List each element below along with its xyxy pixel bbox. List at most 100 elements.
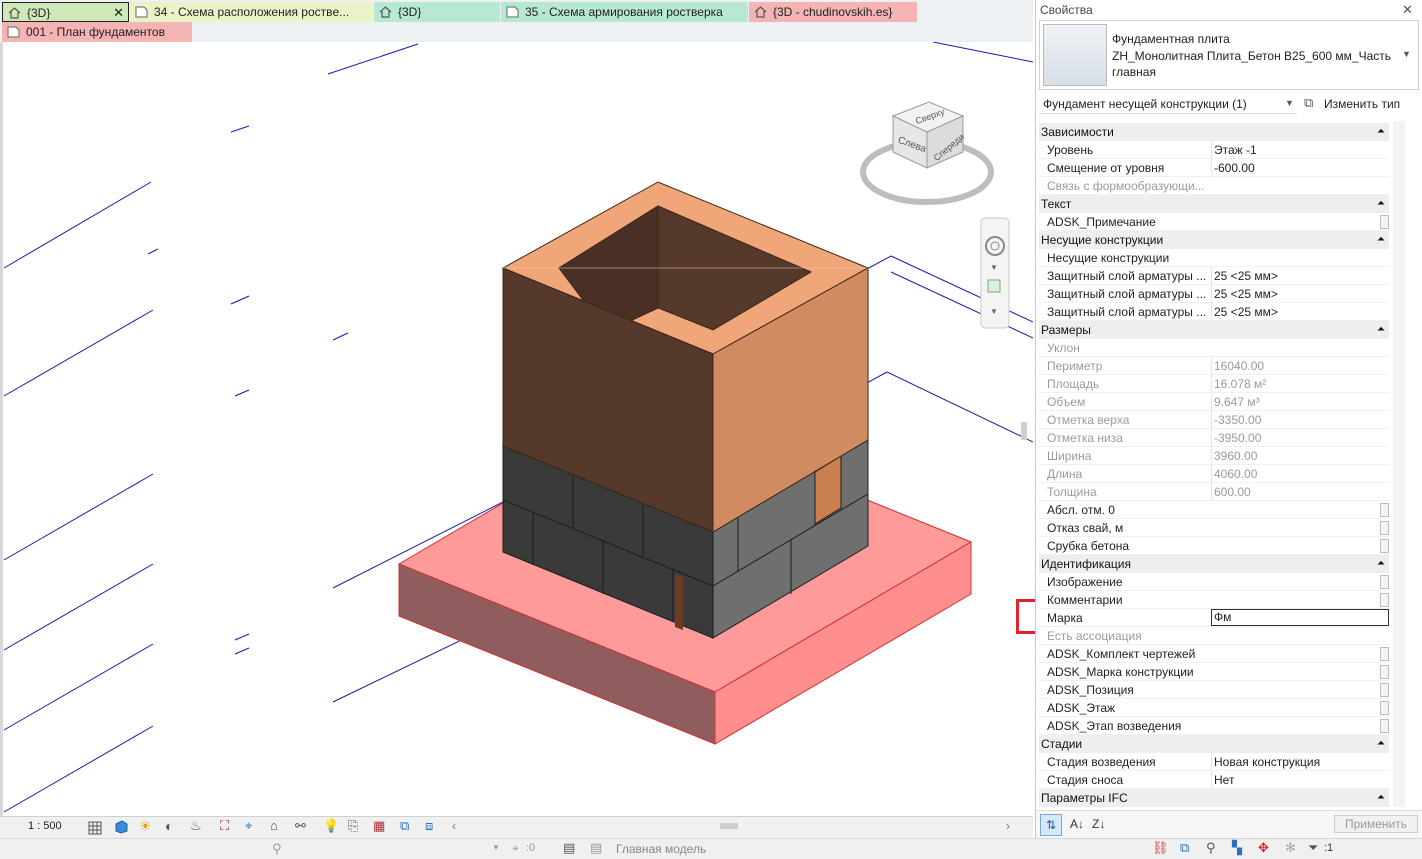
chevron-down-icon[interactable]: ▼ (492, 843, 500, 852)
property-row[interactable]: Стадия сноса Нет (1039, 771, 1389, 789)
edit-type-button[interactable]: ⧉ Изменить тип (1302, 94, 1420, 114)
tab-3d-second[interactable]: {3D} (374, 2, 500, 22)
property-row[interactable]: Отказ свай, м (1039, 519, 1389, 537)
detail-level-icon[interactable] (88, 821, 102, 835)
sort-categorized-button[interactable]: ⇅ (1040, 814, 1062, 836)
property-row[interactable]: ADSK_Комплект чертежей (1039, 645, 1389, 663)
chevron-down-icon[interactable]: ▼ (990, 263, 998, 272)
property-row[interactable]: Комментарии (1039, 591, 1389, 609)
collapse-icon[interactable]: ⏶ (1377, 123, 1385, 141)
temporary-hide-icon[interactable]: ⚯ (295, 818, 306, 834)
edit-value-button[interactable] (1380, 215, 1389, 229)
property-value[interactable]: Этаж -1 (1211, 141, 1389, 159)
group-header[interactable]: Параметры IFC ⏶ (1039, 789, 1389, 807)
edit-value-button[interactable] (1380, 701, 1389, 715)
select-underlay-icon[interactable]: ⧉ (1180, 840, 1189, 856)
property-row[interactable]: ADSK_Этаж (1039, 699, 1389, 717)
property-row[interactable]: ADSK_Марка конструкции (1039, 663, 1389, 681)
property-row[interactable]: ADSK_Позиция (1039, 681, 1389, 699)
collapse-icon[interactable]: ⏶ (1377, 321, 1385, 339)
property-row[interactable]: Несущие конструкции✔ (1039, 249, 1389, 267)
property-row[interactable]: ADSK_Этап возведения (1039, 717, 1389, 735)
edit-value-button[interactable] (1380, 539, 1389, 553)
horizontal-scrollbar-thumb[interactable] (720, 823, 738, 829)
collapse-icon[interactable]: ⏶ (1377, 735, 1385, 753)
crop-view-icon[interactable]: ⛶ (220, 818, 229, 834)
visual-style-icon[interactable] (114, 820, 128, 834)
collapse-icon[interactable]: ⏶ (1377, 231, 1385, 249)
property-value[interactable]: -600.00 (1211, 159, 1389, 177)
tab-3d-active[interactable]: {3D} ✕ (2, 2, 129, 22)
close-icon[interactable]: ✕ (1402, 2, 1413, 18)
property-value[interactable]: 25 <25 мм> (1211, 303, 1389, 321)
apply-button[interactable]: Применить (1334, 815, 1418, 833)
collapse-icon[interactable]: ⏶ (1377, 195, 1385, 213)
edit-value-button[interactable] (1380, 647, 1389, 661)
properties-scrollbar[interactable] (1393, 121, 1405, 807)
shadows-icon[interactable]: ◐ (165, 818, 173, 834)
edit-value-button[interactable] (1380, 575, 1389, 589)
instance-filter-dropdown[interactable]: Фундамент несущей конструкции (1) ▼ (1039, 94, 1297, 114)
property-row[interactable]: Срубка бетона (1039, 537, 1389, 555)
filter-icon[interactable]: ⏷ (1308, 840, 1318, 856)
close-icon[interactable]: ✕ (113, 3, 124, 21)
design-options-icon[interactable]: ▤ (563, 840, 575, 856)
temp-view-props-icon[interactable]: ⎘ (348, 818, 358, 834)
tab-sheet-34[interactable]: 34 - Схема расположения роствe... (130, 2, 373, 22)
tab-sheet-35[interactable]: 35 - Схема армирования ростверка (501, 2, 748, 22)
property-row[interactable]: Смещение от уровня -600.00 (1039, 159, 1389, 177)
unlocked-3d-icon[interactable]: ⌂ (270, 818, 278, 833)
mark-input[interactable]: Фм (1211, 609, 1389, 626)
edit-value-button[interactable] (1380, 665, 1389, 679)
drag-elements-icon[interactable]: ✥ (1258, 840, 1269, 856)
edit-value-button[interactable] (1380, 683, 1389, 697)
scroll-right-icon[interactable]: › (1006, 819, 1010, 833)
property-value[interactable]: Нет (1211, 771, 1389, 789)
group-header[interactable]: Идентификация ⏶ (1039, 555, 1389, 573)
property-row[interactable]: Защитный слой арматуры ... 25 <25 мм> (1039, 285, 1389, 303)
group-header[interactable]: Размеры ⏶ (1039, 321, 1389, 339)
select-links-icon[interactable]: ⛓ (1152, 840, 1169, 856)
edit-value-button[interactable] (1380, 521, 1389, 535)
property-row[interactable]: Уровень Этаж -1 (1039, 141, 1389, 159)
property-value[interactable]: 25 <25 мм> (1211, 267, 1389, 285)
property-row[interactable]: Защитный слой арматуры ... 25 <25 мм> (1039, 267, 1389, 285)
reveal-hidden-icon[interactable]: 💡 (323, 818, 339, 834)
sun-path-icon[interactable]: ☀ (139, 818, 152, 835)
property-row[interactable]: ADSK_Примечание (1039, 213, 1389, 231)
edit-value-button[interactable] (1380, 593, 1389, 607)
property-value[interactable]: 25 <25 мм> (1211, 285, 1389, 303)
group-header[interactable]: Стадии ⏶ (1039, 735, 1389, 753)
tab-3d-user[interactable]: {3D - chudinovskih.es} (749, 2, 917, 22)
design-options-secondary-icon[interactable]: ▤ (590, 840, 602, 856)
navigation-bar[interactable]: ▼ ▼ (980, 217, 1010, 329)
property-row[interactable]: Абсл. отм. 0 (1039, 501, 1389, 519)
vertical-scrollbar-thumb[interactable] (1021, 422, 1027, 440)
tab-plan-001[interactable]: 001 - План фундаментов (2, 22, 192, 42)
property-row[interactable]: Стадия возведения Новая конструкция (1039, 753, 1389, 771)
property-value[interactable]: Новая конструкция (1211, 753, 1389, 771)
scroll-left-icon[interactable]: ‹ (452, 819, 456, 833)
viewcube[interactable]: Сверху Слева Спереди (860, 101, 994, 205)
3d-viewport[interactable]: Сверху Слева Спереди ▼ ▼ (0, 42, 1033, 816)
chevron-down-icon[interactable]: ▼ (990, 307, 998, 316)
reveal-constraints-icon[interactable]: ⧈ (425, 818, 433, 834)
analysis-icon[interactable]: ▦ (373, 818, 385, 834)
property-row[interactable]: Изображение (1039, 573, 1389, 591)
collapse-icon[interactable]: ⏶ (1377, 789, 1385, 807)
sort-ascending-icon[interactable]: A↓ (1070, 817, 1084, 831)
select-by-face-icon[interactable]: ▚ (1232, 840, 1242, 856)
render-icon[interactable]: ♨ (190, 818, 202, 834)
show-crop-icon[interactable]: ⌖ (245, 818, 252, 834)
worksets-icon[interactable]: ⌖ (512, 841, 519, 856)
background-process-icon[interactable]: ✻ (1285, 840, 1296, 856)
collapse-icon[interactable]: ⏶ (1377, 555, 1385, 573)
sort-descending-icon[interactable]: Z↓ (1092, 817, 1105, 831)
property-row[interactable]: Защитный слой арматуры ... 25 <25 мм> (1039, 303, 1389, 321)
type-selector[interactable]: Фундаментная плита ZH_Монолитная Плита_Б… (1039, 20, 1419, 90)
property-row[interactable]: Марка Фм (1039, 609, 1389, 627)
group-header[interactable]: Зависимости ⏶ (1039, 123, 1389, 141)
edit-value-button[interactable] (1380, 719, 1389, 733)
edit-value-button[interactable] (1380, 503, 1389, 517)
group-header[interactable]: Текст ⏶ (1039, 195, 1389, 213)
